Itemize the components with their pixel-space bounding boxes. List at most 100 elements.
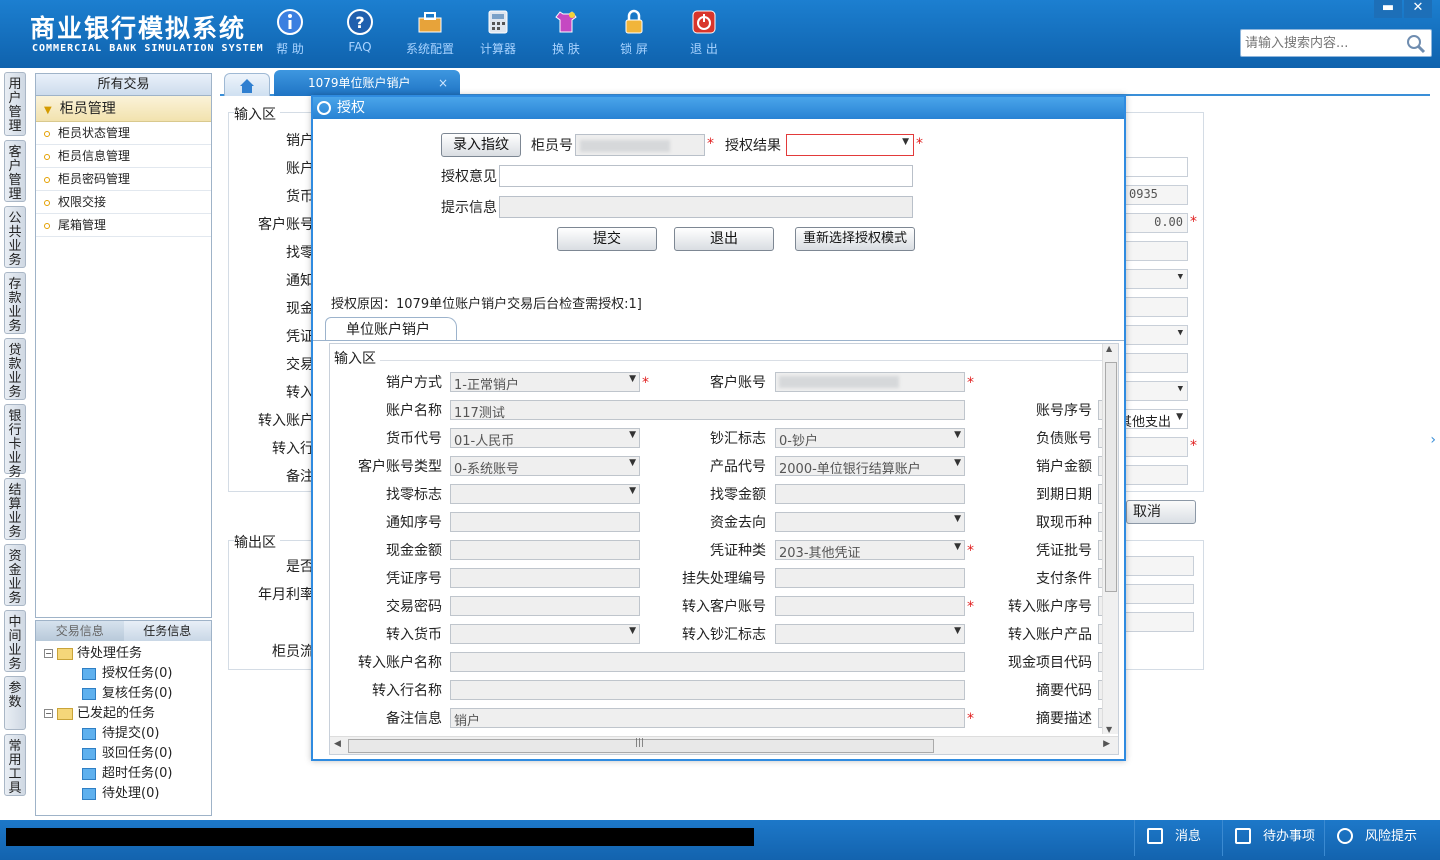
trade-password-field[interactable] (450, 596, 640, 616)
voucher-seq-field[interactable] (450, 568, 640, 588)
nav-intermediate-business[interactable]: 中间业务 (4, 610, 26, 672)
notice-seq-field[interactable] (450, 512, 640, 532)
tab-unit-account-closure[interactable]: 单位账户销户 (325, 317, 457, 341)
auth-opinion-field[interactable] (499, 165, 913, 187)
tab-home[interactable] (224, 73, 270, 96)
todo-button[interactable]: 待办事项 (1222, 820, 1324, 856)
collapse-icon[interactable]: − (44, 709, 53, 718)
menu-item-permission-handover[interactable]: 权限交接 (36, 191, 211, 214)
transfer-in-customer-account-field[interactable] (775, 596, 965, 616)
transfer-in-currency-select[interactable]: ▼ (450, 624, 640, 644)
customer-account-type-select[interactable]: 0-系统账号 ▼ (450, 456, 640, 476)
messages-button[interactable]: 消息 (1134, 820, 1224, 856)
dialog-titlebar[interactable]: 授权 (313, 97, 1124, 119)
scroll-right-icon[interactable]: ▶ (1103, 739, 1110, 749)
bg-select[interactable]: ▼ (1124, 381, 1188, 401)
risk-alert-button[interactable]: 风险提示 (1324, 820, 1436, 856)
teller-id-field[interactable] (575, 134, 705, 156)
auth-result-select[interactable]: ▼ (786, 134, 914, 156)
nav-user-management[interactable]: 用户管理 (4, 72, 26, 136)
faq-button[interactable]: ? FAQ (330, 8, 390, 54)
reselect-auth-mode-button[interactable]: 重新选择授权模式 (795, 227, 915, 251)
bg-field[interactable] (1124, 465, 1188, 485)
menu-item-teller-info[interactable]: 柜员信息管理 (36, 145, 211, 168)
closure-method-select[interactable]: 1-正常销户 ▼ (450, 372, 640, 392)
loss-report-no-field[interactable] (775, 568, 965, 588)
scroll-thumb[interactable] (1105, 362, 1117, 592)
change-amount-field[interactable] (775, 484, 965, 504)
collapse-icon[interactable]: − (44, 649, 53, 658)
skin-button[interactable]: 换 肤 (536, 8, 596, 57)
scroll-up-icon[interactable]: ▲ (1106, 344, 1112, 353)
tree-node-auth-task[interactable]: 授权任务(0) (40, 664, 207, 684)
nav-public-business[interactable]: 公共业务 (4, 206, 26, 268)
bg-field[interactable] (1124, 437, 1188, 457)
close-window-button[interactable]: ✕ (1404, 0, 1432, 18)
tab-transaction-info[interactable]: 交易信息 (36, 621, 124, 641)
nav-loan-business[interactable]: 贷款业务 (4, 338, 26, 400)
nav-card-business[interactable]: 银行卡业务 (4, 404, 26, 480)
remark-field[interactable]: 销户 (450, 708, 965, 728)
bg-field[interactable] (1124, 241, 1188, 261)
tab-task-info[interactable]: 任务信息 (123, 621, 211, 641)
exit-button[interactable]: 退 出 (674, 8, 734, 57)
horizontal-scrollbar[interactable]: ◀ ||| ▶ (330, 736, 1118, 754)
search-input[interactable] (1241, 30, 1401, 56)
customer-account-field[interactable] (775, 372, 965, 392)
tree-node-pending[interactable]: − 待处理任务 (40, 644, 207, 664)
cancel-button[interactable]: 取消 (1126, 500, 1196, 524)
teller-management-group[interactable]: ▼ 柜员管理 (36, 96, 211, 122)
transfer-in-bank-name-field[interactable] (450, 680, 965, 700)
menu-item-label: 柜员密码管理 (58, 172, 131, 186)
bg-select[interactable]: ▼ (1124, 325, 1188, 345)
tree-node-to-submit[interactable]: 待提交(0) (40, 724, 207, 744)
tree-node-initiated[interactable]: − 已发起的任务 (40, 704, 207, 724)
nav-customer-management[interactable]: 客户管理 (4, 140, 26, 202)
bg-field[interactable] (1124, 353, 1188, 373)
nav-deposit-business[interactable]: 存款业务 (4, 272, 26, 334)
tree-node-timeout[interactable]: 超时任务(0) (40, 764, 207, 784)
menu-item-tail-box[interactable]: 尾箱管理 (36, 214, 211, 237)
search-icon[interactable] (1405, 33, 1427, 55)
nav-parameters[interactable]: 参数 (4, 676, 26, 730)
tree-node-rejected[interactable]: 驳回任务(0) (40, 744, 207, 764)
tab-account-closure[interactable]: 1079单位账户销户 × (274, 70, 460, 96)
fund-destination-select[interactable]: ▼ (775, 512, 965, 532)
submit-button[interactable]: 提交 (557, 227, 657, 251)
account-name-field[interactable]: 117测试 (450, 400, 965, 420)
bg-amount-field[interactable]: 0.00 (1124, 213, 1188, 233)
exit-dialog-button[interactable]: 退出 (674, 227, 774, 251)
lock-screen-button[interactable]: 锁 屏 (604, 8, 664, 57)
cash-amount-field[interactable] (450, 540, 640, 560)
currency-code-select[interactable]: 01-人民币 ▼ (450, 428, 640, 448)
cash-remit-flag-select[interactable]: 0-钞户 ▼ (775, 428, 965, 448)
nav-settlement-business[interactable]: 结算业务 (4, 478, 26, 540)
transfer-in-cash-remit-select[interactable]: ▼ (775, 624, 965, 644)
tree-node-review-task[interactable]: 复核任务(0) (40, 684, 207, 704)
product-code-select[interactable]: 2000-单位银行结算账户 ▼ (775, 456, 965, 476)
nav-fund-business[interactable]: 资金业务 (4, 544, 26, 606)
system-config-button[interactable]: 系统配置 (400, 8, 460, 57)
fingerprint-button[interactable]: 录入指纹 (441, 133, 521, 157)
calculator-button[interactable]: 计算器 (468, 8, 528, 57)
nav-common-tools[interactable]: 常用工具 (4, 734, 26, 796)
tab-close-icon[interactable]: × (438, 70, 448, 96)
vertical-scrollbar[interactable]: ▲ ▼ (1102, 344, 1118, 734)
expand-right-icon[interactable]: › (1430, 432, 1436, 448)
all-transactions-header[interactable]: 所有交易 (36, 74, 211, 96)
scroll-left-icon[interactable]: ◀ (334, 739, 341, 749)
transfer-in-account-name-field[interactable] (450, 652, 965, 672)
bg-field[interactable] (1124, 297, 1188, 317)
menu-item-teller-status[interactable]: 柜员状态管理 (36, 122, 211, 145)
bg-select[interactable]: ▼ (1124, 269, 1188, 289)
scroll-down-icon[interactable]: ▼ (1106, 725, 1112, 734)
scroll-thumb[interactable]: ||| (348, 738, 934, 753)
help-button[interactable]: 帮 助 (260, 8, 320, 57)
change-flag-select[interactable]: ▼ (450, 484, 640, 504)
bg-code-field[interactable]: 0935 (1124, 185, 1188, 205)
menu-item-teller-password[interactable]: 柜员密码管理 (36, 168, 211, 191)
bg-field[interactable] (1124, 157, 1188, 177)
tree-node-to-process[interactable]: 待处理(0) (40, 784, 207, 804)
minimize-button[interactable]: ▬ (1374, 0, 1402, 18)
voucher-type-select[interactable]: 203-其他凭证 ▼ (775, 540, 965, 560)
